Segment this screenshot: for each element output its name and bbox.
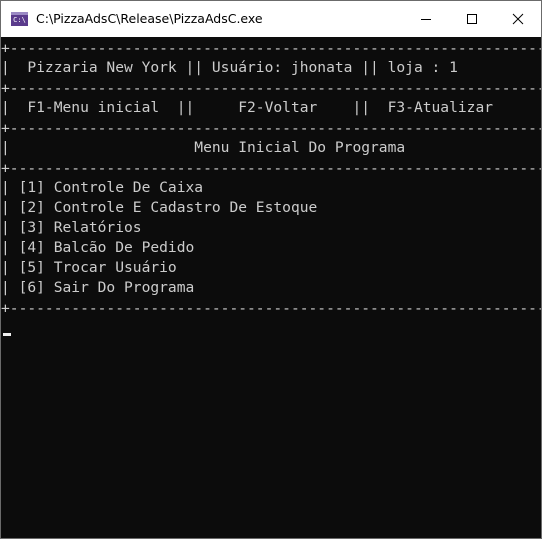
menu-item-caixa: | [1] Controle De Caixa | — [1, 179, 204, 196]
shortcuts-line: | F1-Menu inicial || F2-Voltar || F3-Atu… — [1, 99, 494, 116]
minimize-icon — [421, 19, 431, 20]
close-button[interactable] — [495, 1, 541, 37]
minimize-button[interactable] — [403, 1, 449, 37]
title-bar[interactable]: C:\ C:\PizzaAdsC\Release\PizzaAdsC.exe — [1, 1, 541, 37]
border-rule: +---------------------------------------… — [1, 160, 541, 177]
text-cursor — [3, 333, 11, 336]
window-title: C:\PizzaAdsC\Release\PizzaAdsC.exe — [36, 11, 263, 26]
border-rule: +---------------------------------------… — [1, 120, 541, 137]
maximize-button[interactable] — [449, 1, 495, 37]
maximize-icon — [467, 14, 477, 24]
menu-item-estoque: | [2] Controle E Cadastro De Estoque | — [1, 199, 318, 216]
menu-item-relatorios: | [3] Relatórios | — [1, 219, 142, 236]
close-icon — [512, 13, 524, 25]
menu-screen-title: | Menu Inicial Do Programa | — [1, 139, 406, 156]
border-rule: +---------------------------------------… — [1, 40, 541, 57]
console-output[interactable]: +---------------------------------------… — [1, 38, 541, 538]
menu-item-balcao: | [4] Balcão De Pedido | — [1, 239, 195, 256]
console-window: C:\ C:\PizzaAdsC\Release\PizzaAdsC.exe +… — [0, 0, 542, 539]
console-app-icon[interactable]: C:\ — [11, 12, 28, 26]
menu-item-trocar-usuario: | [5] Trocar Usuário | — [1, 259, 177, 276]
header-info-line: | Pizzaria New York || Usuário: jhonata … — [1, 59, 458, 76]
menu-item-sair: | [6] Sair Do Programa | — [1, 279, 195, 296]
border-rule: +---------------------------------------… — [1, 300, 541, 317]
border-rule: +---------------------------------------… — [1, 80, 541, 97]
